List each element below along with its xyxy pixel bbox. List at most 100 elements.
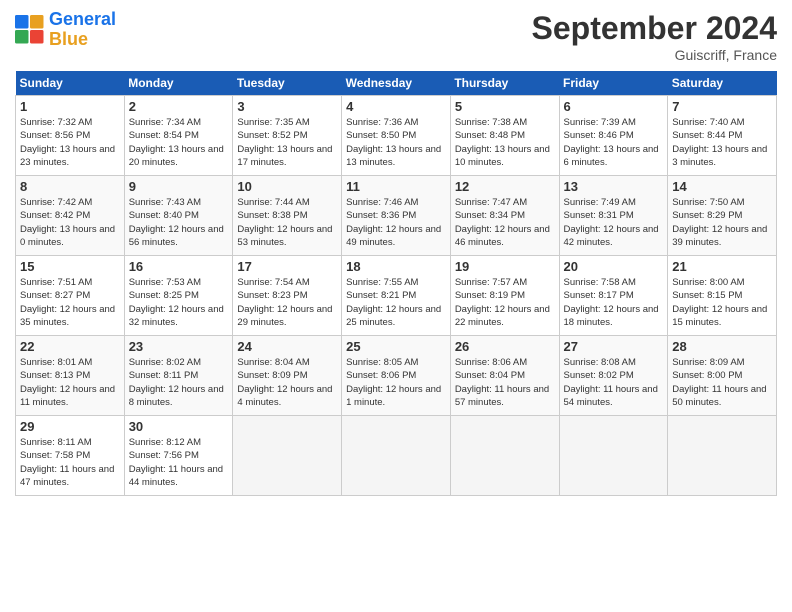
day-info: Sunrise: 7:40 AMSunset: 8:44 PMDaylight:… [672,116,772,169]
calendar-cell: 1 Sunrise: 7:32 AMSunset: 8:56 PMDayligh… [16,96,125,176]
calendar-cell: 18 Sunrise: 7:55 AMSunset: 8:21 PMDaylig… [342,256,451,336]
calendar-week-5: 29 Sunrise: 8:11 AMSunset: 7:58 PMDaylig… [16,416,777,496]
title-section: September 2024 Guiscriff, France [532,10,777,63]
calendar-cell [668,416,777,496]
day-info: Sunrise: 7:35 AMSunset: 8:52 PMDaylight:… [237,116,337,169]
day-info: Sunrise: 7:34 AMSunset: 8:54 PMDaylight:… [129,116,229,169]
day-number: 5 [455,99,555,114]
month-title: September 2024 [532,10,777,47]
day-info: Sunrise: 7:44 AMSunset: 8:38 PMDaylight:… [237,196,337,249]
day-number: 8 [20,179,120,194]
day-info: Sunrise: 7:42 AMSunset: 8:42 PMDaylight:… [20,196,120,249]
col-tuesday: Tuesday [233,71,342,96]
day-info: Sunrise: 7:46 AMSunset: 8:36 PMDaylight:… [346,196,446,249]
day-info: Sunrise: 7:36 AMSunset: 8:50 PMDaylight:… [346,116,446,169]
calendar-cell: 27 Sunrise: 8:08 AMSunset: 8:02 PMDaylig… [559,336,668,416]
calendar-cell: 20 Sunrise: 7:58 AMSunset: 8:17 PMDaylig… [559,256,668,336]
calendar-cell: 24 Sunrise: 8:04 AMSunset: 8:09 PMDaylig… [233,336,342,416]
calendar-cell: 28 Sunrise: 8:09 AMSunset: 8:00 PMDaylig… [668,336,777,416]
calendar-week-2: 8 Sunrise: 7:42 AMSunset: 8:42 PMDayligh… [16,176,777,256]
col-thursday: Thursday [450,71,559,96]
day-info: Sunrise: 7:38 AMSunset: 8:48 PMDaylight:… [455,116,555,169]
calendar-cell: 7 Sunrise: 7:40 AMSunset: 8:44 PMDayligh… [668,96,777,176]
day-number: 2 [129,99,229,114]
day-number: 23 [129,339,229,354]
day-number: 3 [237,99,337,114]
calendar-cell [450,416,559,496]
header: GeneralBlue September 2024 Guiscriff, Fr… [15,10,777,63]
day-info: Sunrise: 7:32 AMSunset: 8:56 PMDaylight:… [20,116,120,169]
day-info: Sunrise: 8:08 AMSunset: 8:02 PMDaylight:… [564,356,664,409]
day-number: 4 [346,99,446,114]
calendar-week-1: 1 Sunrise: 7:32 AMSunset: 8:56 PMDayligh… [16,96,777,176]
calendar-week-3: 15 Sunrise: 7:51 AMSunset: 8:27 PMDaylig… [16,256,777,336]
day-number: 14 [672,179,772,194]
col-wednesday: Wednesday [342,71,451,96]
day-number: 11 [346,179,446,194]
calendar-cell: 10 Sunrise: 7:44 AMSunset: 8:38 PMDaylig… [233,176,342,256]
day-info: Sunrise: 7:57 AMSunset: 8:19 PMDaylight:… [455,276,555,329]
day-info: Sunrise: 7:54 AMSunset: 8:23 PMDaylight:… [237,276,337,329]
day-number: 24 [237,339,337,354]
calendar-cell: 22 Sunrise: 8:01 AMSunset: 8:13 PMDaylig… [16,336,125,416]
calendar-cell: 21 Sunrise: 8:00 AMSunset: 8:15 PMDaylig… [668,256,777,336]
calendar-cell: 19 Sunrise: 7:57 AMSunset: 8:19 PMDaylig… [450,256,559,336]
day-info: Sunrise: 7:55 AMSunset: 8:21 PMDaylight:… [346,276,446,329]
calendar-cell: 30 Sunrise: 8:12 AMSunset: 7:56 PMDaylig… [124,416,233,496]
day-info: Sunrise: 8:05 AMSunset: 8:06 PMDaylight:… [346,356,446,409]
col-monday: Monday [124,71,233,96]
day-info: Sunrise: 7:39 AMSunset: 8:46 PMDaylight:… [564,116,664,169]
col-sunday: Sunday [16,71,125,96]
day-info: Sunrise: 8:00 AMSunset: 8:15 PMDaylight:… [672,276,772,329]
day-number: 1 [20,99,120,114]
day-info: Sunrise: 8:01 AMSunset: 8:13 PMDaylight:… [20,356,120,409]
calendar-cell: 2 Sunrise: 7:34 AMSunset: 8:54 PMDayligh… [124,96,233,176]
day-info: Sunrise: 7:49 AMSunset: 8:31 PMDaylight:… [564,196,664,249]
day-number: 18 [346,259,446,274]
day-info: Sunrise: 8:12 AMSunset: 7:56 PMDaylight:… [129,436,229,489]
calendar-cell: 9 Sunrise: 7:43 AMSunset: 8:40 PMDayligh… [124,176,233,256]
calendar-week-4: 22 Sunrise: 8:01 AMSunset: 8:13 PMDaylig… [16,336,777,416]
calendar-cell: 16 Sunrise: 7:53 AMSunset: 8:25 PMDaylig… [124,256,233,336]
calendar-cell: 14 Sunrise: 7:50 AMSunset: 8:29 PMDaylig… [668,176,777,256]
day-info: Sunrise: 8:02 AMSunset: 8:11 PMDaylight:… [129,356,229,409]
day-number: 29 [20,419,120,434]
day-info: Sunrise: 8:11 AMSunset: 7:58 PMDaylight:… [20,436,120,489]
day-info: Sunrise: 7:51 AMSunset: 8:27 PMDaylight:… [20,276,120,329]
day-info: Sunrise: 7:47 AMSunset: 8:34 PMDaylight:… [455,196,555,249]
logo: GeneralBlue [15,10,116,50]
day-info: Sunrise: 7:50 AMSunset: 8:29 PMDaylight:… [672,196,772,249]
day-number: 15 [20,259,120,274]
day-info: Sunrise: 7:58 AMSunset: 8:17 PMDaylight:… [564,276,664,329]
calendar-cell: 11 Sunrise: 7:46 AMSunset: 8:36 PMDaylig… [342,176,451,256]
calendar-cell [559,416,668,496]
day-number: 9 [129,179,229,194]
logo-text: GeneralBlue [49,10,116,50]
calendar-cell: 23 Sunrise: 8:02 AMSunset: 8:11 PMDaylig… [124,336,233,416]
day-number: 13 [564,179,664,194]
calendar-cell: 17 Sunrise: 7:54 AMSunset: 8:23 PMDaylig… [233,256,342,336]
day-number: 19 [455,259,555,274]
calendar-cell: 15 Sunrise: 7:51 AMSunset: 8:27 PMDaylig… [16,256,125,336]
calendar-cell: 6 Sunrise: 7:39 AMSunset: 8:46 PMDayligh… [559,96,668,176]
day-number: 20 [564,259,664,274]
day-number: 16 [129,259,229,274]
calendar-cell: 3 Sunrise: 7:35 AMSunset: 8:52 PMDayligh… [233,96,342,176]
day-number: 30 [129,419,229,434]
day-number: 22 [20,339,120,354]
calendar-cell [233,416,342,496]
location: Guiscriff, France [532,47,777,63]
col-friday: Friday [559,71,668,96]
calendar-cell: 29 Sunrise: 8:11 AMSunset: 7:58 PMDaylig… [16,416,125,496]
day-info: Sunrise: 7:43 AMSunset: 8:40 PMDaylight:… [129,196,229,249]
day-number: 27 [564,339,664,354]
day-info: Sunrise: 8:06 AMSunset: 8:04 PMDaylight:… [455,356,555,409]
calendar-table: Sunday Monday Tuesday Wednesday Thursday… [15,71,777,496]
header-row: Sunday Monday Tuesday Wednesday Thursday… [16,71,777,96]
calendar-cell: 12 Sunrise: 7:47 AMSunset: 8:34 PMDaylig… [450,176,559,256]
calendar-cell: 8 Sunrise: 7:42 AMSunset: 8:42 PMDayligh… [16,176,125,256]
calendar-cell: 13 Sunrise: 7:49 AMSunset: 8:31 PMDaylig… [559,176,668,256]
day-number: 17 [237,259,337,274]
calendar-cell: 26 Sunrise: 8:06 AMSunset: 8:04 PMDaylig… [450,336,559,416]
day-number: 12 [455,179,555,194]
